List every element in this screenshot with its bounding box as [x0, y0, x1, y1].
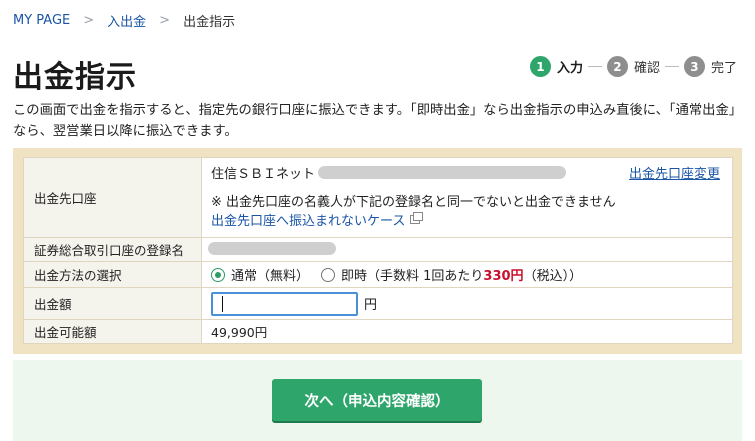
registered-name-cell	[201, 237, 733, 262]
step-connector	[664, 66, 679, 67]
destination-cell: 住信ＳＢＩネット 出金先口座変更 ※ 出金先口座の名義人が下記の登録名と同一でな…	[201, 157, 733, 238]
breadcrumb-separator: >	[159, 12, 171, 28]
step-label: 完了	[710, 61, 737, 76]
text-caret	[222, 296, 223, 312]
destination-note: ※ 出金先口座の名義人が下記の登録名と同一でないと出金できません	[211, 195, 616, 210]
step-connector	[587, 66, 602, 67]
method-normal-option[interactable]: 通常（無料）	[211, 265, 309, 284]
step-label: 入力	[556, 61, 583, 76]
method-label: 出金方法の選択	[23, 261, 202, 288]
instant-label-suffix: （税込））	[523, 269, 583, 284]
step-label: 確認	[633, 61, 660, 76]
page-description: この画面で出金を指示すると、指定先の銀行口座に振込できます。「即時出金」なら出金…	[13, 103, 743, 139]
transfer-failure-help-link[interactable]: 出金先口座へ振込まれないケース	[211, 210, 424, 229]
bank-name: 住信ＳＢＩネット	[211, 167, 316, 182]
method-radio-group: 通常（無料） 即時（手数料 1回あたり 330円 （税込））	[211, 265, 732, 284]
instant-label-prefix: 即時（手数料 1回あたり	[341, 269, 484, 284]
amount-row: 出金額 円	[23, 287, 733, 320]
withdrawal-page: MY PAGE > 入出金 > 出金指示 出金指示 1 入力 2 確認 3 完了…	[0, 0, 755, 441]
method-cell: 通常（無料） 即時（手数料 1回あたり 330円 （税込））	[201, 261, 733, 288]
method-instant-option[interactable]: 即時（手数料 1回あたり 330円 （税込））	[321, 265, 582, 284]
withdrawal-form-table: 出金先口座 住信ＳＢＩネット 出金先口座変更 ※ 出金先口座の名義人が下記の登録…	[23, 157, 733, 344]
step-indicator: 1 入力 2 確認 3 完了	[529, 56, 737, 77]
breadcrumb-mypage-link[interactable]: MY PAGE	[13, 13, 70, 28]
withdrawal-form-panel: 出金先口座 住信ＳＢＩネット 出金先口座変更 ※ 出金先口座の名義人が下記の登録…	[13, 148, 742, 354]
instant-fee: 330円	[483, 269, 524, 284]
step-number: 1	[529, 56, 551, 77]
masked-account-info	[318, 166, 567, 179]
available-value: 49,990円	[201, 319, 733, 344]
step-confirm: 2 確認	[606, 56, 660, 77]
page-title: 出金指示	[13, 60, 137, 95]
amount-cell: 円	[201, 287, 733, 320]
change-destination-link[interactable]: 出金先口座変更	[629, 163, 720, 182]
amount-label: 出金額	[23, 287, 202, 320]
masked-registered-name	[208, 241, 336, 255]
normal-radio[interactable]	[211, 267, 225, 282]
action-area: 次へ（申込内容確認）	[13, 360, 742, 441]
normal-label: 通常（無料）	[231, 269, 310, 284]
destination-label: 出金先口座	[23, 157, 202, 238]
breadcrumb: MY PAGE > 入出金 > 出金指示	[13, 11, 236, 30]
amount-input[interactable]	[211, 291, 358, 316]
available-label: 出金可能額	[23, 319, 202, 344]
instant-radio[interactable]	[321, 267, 336, 282]
registered-name-row: 証券総合取引口座の登録名	[23, 237, 733, 262]
method-row: 出金方法の選択 通常（無料） 即時（手数料 1回あたり 330円 （税込））	[23, 261, 733, 288]
destination-account: 住信ＳＢＩネット	[211, 163, 567, 182]
step-number: 2	[606, 56, 628, 77]
breadcrumb-separator: >	[83, 12, 95, 28]
external-window-icon	[410, 212, 424, 224]
amount-unit: 円	[363, 298, 377, 313]
destination-row: 出金先口座 住信ＳＢＩネット 出金先口座変更 ※ 出金先口座の名義人が下記の登録…	[23, 157, 733, 238]
step-input: 1 入力	[529, 56, 583, 77]
breadcrumb-current: 出金指示	[183, 14, 236, 30]
registered-name-label: 証券総合取引口座の登録名	[23, 237, 202, 262]
step-number: 3	[683, 56, 705, 77]
breadcrumb-deposit-withdrawal-link[interactable]: 入出金	[107, 11, 146, 30]
next-button[interactable]: 次へ（申込内容確認）	[272, 379, 482, 421]
help-link-text: 出金先口座へ振込まれないケース	[211, 214, 406, 229]
step-complete: 3 完了	[683, 56, 737, 77]
available-row: 出金可能額 49,990円	[23, 319, 733, 344]
